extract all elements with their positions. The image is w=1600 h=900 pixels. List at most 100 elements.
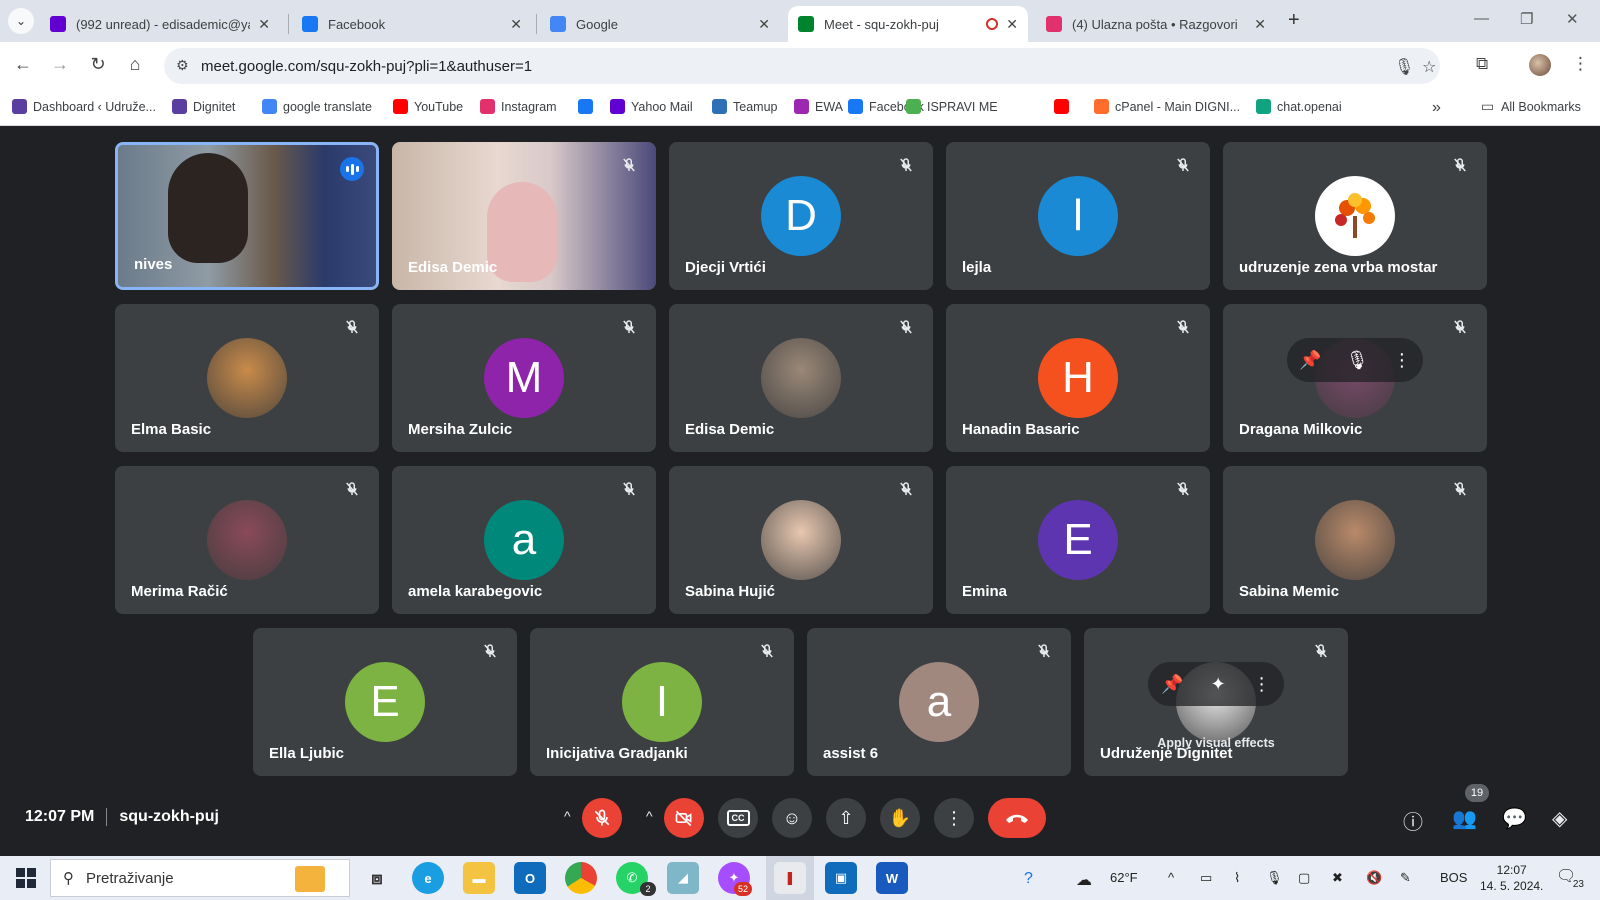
dropbox-icon[interactable]: ✖ bbox=[1332, 870, 1343, 886]
profile-avatar[interactable] bbox=[1529, 54, 1551, 76]
site-info-icon[interactable]: ⚙ bbox=[176, 57, 189, 74]
url-text[interactable]: meet.google.com/squ-zokh-puj?pli=1&authu… bbox=[201, 58, 532, 75]
bookmark-12[interactable] bbox=[1054, 99, 1075, 114]
close-tab-icon[interactable]: ✕ bbox=[258, 16, 270, 33]
activities-icon[interactable]: ◈ bbox=[1552, 806, 1567, 831]
tab-2[interactable]: Facebook ✕ bbox=[292, 6, 532, 42]
present-screen-button[interactable]: ⇧ bbox=[826, 798, 866, 838]
close-window-icon[interactable]: ✕ bbox=[1566, 10, 1579, 28]
back-icon[interactable]: ← bbox=[11, 54, 35, 75]
task-view-icon[interactable]: ⧈ bbox=[361, 862, 393, 894]
close-tab-icon[interactable]: ✕ bbox=[1006, 16, 1018, 33]
word-icon[interactable]: W bbox=[876, 862, 908, 894]
help-icon[interactable]: ? bbox=[1024, 870, 1033, 888]
notifications-icon[interactable]: 🗨 23 bbox=[1556, 866, 1584, 890]
tray-chevron-icon[interactable]: ^ bbox=[1168, 870, 1174, 885]
participant-tile[interactable]: 📌 🎙 ⋮ Dragana Milkovic bbox=[1223, 304, 1487, 452]
microphone-off-button[interactable] bbox=[582, 798, 622, 838]
tab-search-button[interactable]: ⌄ bbox=[8, 8, 34, 34]
pin-icon[interactable]: 📌 bbox=[1161, 674, 1183, 695]
tab-5[interactable]: (4) Ulazna pošta • Razgovori ✕ bbox=[1036, 6, 1276, 42]
close-tab-icon[interactable]: ✕ bbox=[1254, 16, 1266, 33]
tab-4[interactable]: Meet - squ-zokh-puj ✕ bbox=[788, 6, 1028, 42]
participant-tile[interactable]: a amela karabegovic bbox=[392, 466, 656, 614]
display-icon[interactable]: ▢ bbox=[1298, 870, 1310, 886]
minimize-icon[interactable]: — bbox=[1474, 10, 1489, 27]
meeting-details-icon[interactable]: ⓘ bbox=[1403, 806, 1423, 835]
chrome-icon[interactable] bbox=[565, 862, 597, 894]
bookmark-8[interactable]: Teamup bbox=[712, 99, 777, 114]
store-app-icon[interactable]: ▣ bbox=[825, 862, 857, 894]
participant-tile[interactable]: l lejla bbox=[946, 142, 1210, 290]
raise-hand-button[interactable]: ✋ bbox=[880, 798, 920, 838]
participant-tile[interactable]: Sabina Hujić bbox=[669, 466, 933, 614]
pinned-app-icon[interactable]: ❚ bbox=[774, 862, 806, 894]
people-icon[interactable]: 👥 bbox=[1452, 806, 1477, 831]
close-tab-icon[interactable]: ✕ bbox=[758, 16, 770, 33]
bookmark-7[interactable]: Yahoo Mail bbox=[610, 99, 693, 114]
participant-tile[interactable]: Merima Račić bbox=[115, 466, 379, 614]
participant-tile[interactable]: Edisa Demic bbox=[669, 304, 933, 452]
reload-icon[interactable]: ↻ bbox=[86, 54, 110, 75]
home-icon[interactable]: ⌂ bbox=[123, 54, 147, 75]
tray-mic-icon[interactable]: 🎙 bbox=[1266, 870, 1283, 886]
edge-icon[interactable]: e bbox=[412, 862, 444, 894]
browser-menu-icon[interactable]: ⋮ bbox=[1572, 54, 1589, 74]
new-tab-button[interactable]: + bbox=[1288, 9, 1300, 32]
weather-temperature[interactable]: 62°F bbox=[1110, 870, 1138, 885]
tab-3[interactable]: Google ✕ bbox=[540, 6, 780, 42]
bookmark-4[interactable]: YouTube bbox=[393, 99, 463, 114]
participant-tile[interactable]: H Hanadin Basaric bbox=[946, 304, 1210, 452]
pin-icon[interactable]: 📌 bbox=[1299, 350, 1321, 371]
participant-tile[interactable]: E Emina bbox=[946, 466, 1210, 614]
bookmark-11[interactable]: ISPRAVI ME bbox=[906, 99, 998, 114]
participant-tile[interactable]: Sabina Memic bbox=[1223, 466, 1487, 614]
weather-icon[interactable]: ☁ bbox=[1076, 870, 1092, 890]
bookmark-6[interactable] bbox=[578, 99, 599, 114]
bookmark-star-icon[interactable]: ☆ bbox=[1422, 57, 1436, 77]
participant-tile[interactable]: udruzenje zena vrba mostar bbox=[1223, 142, 1487, 290]
network-icon[interactable]: ⌇ bbox=[1234, 870, 1240, 886]
bookmark-1[interactable]: Dashboard ‹ Udruže... bbox=[12, 99, 156, 114]
bookmark-2[interactable]: Dignitet bbox=[172, 99, 235, 114]
participant-tile[interactable]: E Ella Ljubic bbox=[253, 628, 517, 776]
all-bookmarks-button[interactable]: ▭ All Bookmarks bbox=[1480, 98, 1581, 114]
bookmark-14[interactable]: chat.openai bbox=[1256, 99, 1342, 114]
participant-tile[interactable]: a assist 6 bbox=[807, 628, 1071, 776]
more-options-button[interactable]: ⋮ bbox=[934, 798, 974, 838]
battery-icon[interactable]: ▭ bbox=[1200, 870, 1212, 886]
close-tab-icon[interactable]: ✕ bbox=[510, 16, 522, 33]
system-clock[interactable]: 12:07 14. 5. 2024. bbox=[1480, 862, 1543, 894]
taskbar-search[interactable]: ⚲ Pretraživanje bbox=[50, 859, 350, 897]
windows-start-icon[interactable] bbox=[16, 868, 36, 888]
tab-1[interactable]: (992 unread) - edisademic@yah ✕ bbox=[40, 6, 280, 42]
outlook-icon[interactable]: O bbox=[514, 862, 546, 894]
tile-more-icon[interactable]: ⋮ bbox=[1393, 350, 1411, 371]
language-indicator[interactable]: BOS bbox=[1440, 870, 1467, 885]
pen-icon[interactable]: ✎ bbox=[1400, 870, 1411, 886]
participant-tile[interactable]: Elma Basic bbox=[115, 304, 379, 452]
mute-participant-icon[interactable]: 🎙 bbox=[1346, 350, 1369, 371]
bookmark-9[interactable]: EWA bbox=[794, 99, 843, 114]
audio-options-chevron-icon[interactable]: ^ bbox=[564, 808, 571, 824]
participant-tile[interactable]: Edisa Demic bbox=[392, 142, 656, 290]
bookmark-13[interactable]: cPanel - Main DIGNI... bbox=[1094, 99, 1240, 114]
visual-effects-icon[interactable]: ✦ bbox=[1211, 674, 1226, 695]
restore-icon[interactable]: ❐ bbox=[1520, 10, 1533, 28]
microphone-icon[interactable]: 🎙 bbox=[1394, 57, 1414, 77]
address-bar[interactable]: ⚙ meet.google.com/squ-zokh-puj?pli=1&aut… bbox=[164, 48, 1440, 84]
participant-tile[interactable]: 📌 ✦ ⋮ Apply visual effects Udruženje Dignite… bbox=[1084, 628, 1348, 776]
reactions-button[interactable]: ☺ bbox=[772, 798, 812, 838]
participant-tile[interactable]: nives bbox=[115, 142, 379, 290]
bookmark-5[interactable]: Instagram bbox=[480, 99, 557, 114]
camera-off-button[interactable] bbox=[664, 798, 704, 838]
video-options-chevron-icon[interactable]: ^ bbox=[646, 808, 653, 824]
more-bookmarks-icon[interactable]: » bbox=[1432, 99, 1441, 117]
tile-more-icon[interactable]: ⋮ bbox=[1253, 674, 1271, 695]
bookmark-3[interactable]: google translate bbox=[262, 99, 372, 114]
participant-tile[interactable]: I Inicijativa Gradjanki bbox=[530, 628, 794, 776]
leave-call-button[interactable] bbox=[988, 798, 1046, 838]
participant-tile[interactable]: M Mersiha Zulcic bbox=[392, 304, 656, 452]
participant-tile[interactable]: D Djecji Vrtići bbox=[669, 142, 933, 290]
captions-button[interactable]: CC bbox=[718, 798, 758, 838]
